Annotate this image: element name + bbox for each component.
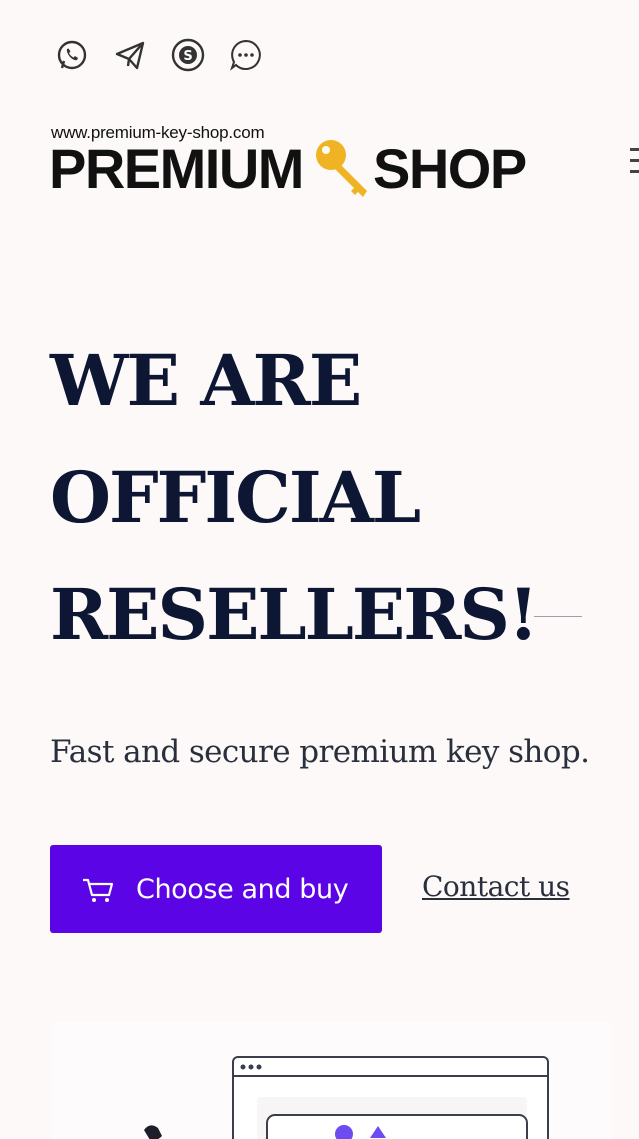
key-icon xyxy=(316,140,367,197)
social-links: S xyxy=(54,37,264,73)
contact-us-link[interactable]: Contact us xyxy=(422,870,570,903)
skype-icon[interactable]: S xyxy=(170,37,206,73)
site-logo[interactable]: www.premium-key-shop.com PREMIUM SHOP xyxy=(49,123,539,203)
telegram-icon[interactable] xyxy=(112,37,148,73)
choose-and-buy-button[interactable]: Choose and buy xyxy=(50,845,382,933)
cart-icon xyxy=(83,878,114,902)
title-divider xyxy=(534,616,582,617)
hero-illustration xyxy=(52,1022,612,1139)
buy-button-label: Choose and buy xyxy=(136,873,349,905)
hero-subtitle: Fast and secure premium key shop. xyxy=(50,734,590,770)
whatsapp-icon[interactable] xyxy=(54,37,90,73)
hero-title-line-3: RESELLERS! xyxy=(50,573,539,656)
hero-title-line-2: OFFICIAL xyxy=(50,456,421,539)
hero-title: WE ARE OFFICIAL RESELLERS! xyxy=(50,322,539,673)
logo-word-shop: SHOP xyxy=(373,137,527,200)
hero-title-line-1: WE ARE xyxy=(50,339,362,422)
menu-icon[interactable] xyxy=(630,148,639,174)
svg-text:S: S xyxy=(183,49,192,64)
chat-icon[interactable] xyxy=(228,37,264,73)
logo-word-premium: PREMIUM xyxy=(49,137,304,200)
